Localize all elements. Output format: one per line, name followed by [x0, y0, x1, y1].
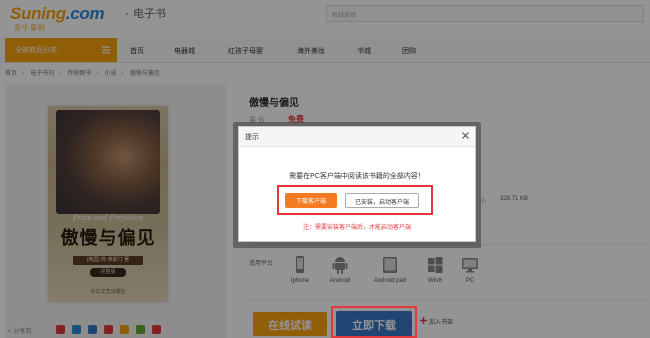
dialog-note: 注：需要安装客户端后，才能启动客户端 — [302, 225, 411, 231]
download-client-button[interactable]: 下载客户端 — [285, 193, 337, 208]
dialog-header: 提示 — [239, 127, 475, 147]
launch-client-label: 已安装，启动客户端 — [354, 200, 409, 206]
dialog-title: 提示 — [245, 134, 259, 141]
download-highlight-box — [331, 306, 417, 338]
download-client-label: 下载客户端 — [295, 199, 326, 205]
client-prompt-dialog: 提示 需要在PC客户端中阅读该书籍的全部内容！ 下载客户端 已安装，启动客户端 … — [238, 126, 476, 242]
launch-client-button[interactable]: 已安装，启动客户端 — [345, 193, 419, 208]
dialog-message: 需要在PC客户端中阅读该书籍的全部内容！ — [289, 173, 425, 180]
close-icon[interactable] — [460, 130, 471, 141]
